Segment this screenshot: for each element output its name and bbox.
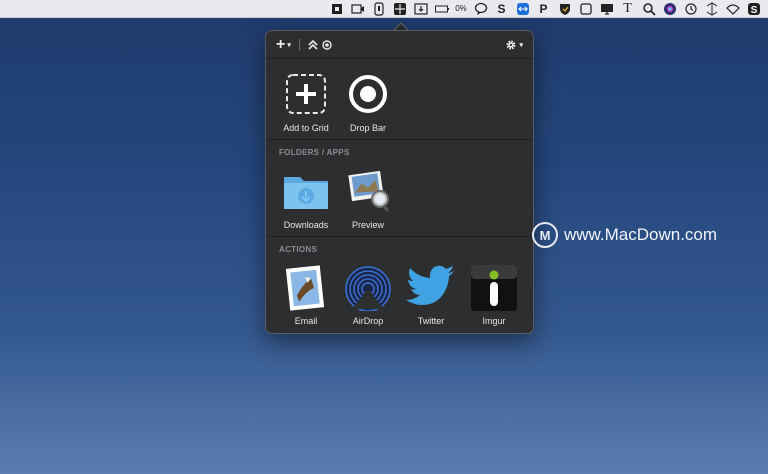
target-icon — [322, 39, 332, 50]
settings-menu-button[interactable]: ▾ — [505, 39, 523, 51]
section-title: FOLDERS / APPS — [279, 148, 350, 157]
twitter-bird-icon — [406, 265, 454, 309]
square-app-icon[interactable] — [328, 2, 345, 16]
email-tile[interactable]: Email — [276, 265, 336, 326]
actions-section: ACTIONS Email AirDrop Twitter Imgur — [266, 238, 533, 334]
airdrop-tile[interactable]: AirDrop — [338, 265, 398, 326]
t-font-icon[interactable]: T — [619, 1, 636, 16]
watermark: M www.MacDown.com — [532, 222, 717, 248]
menu-bar: 0% S P T S — [0, 0, 768, 18]
mail-stamp-icon — [284, 265, 328, 311]
pin-icon[interactable]: P — [535, 2, 552, 16]
window-icon[interactable] — [577, 2, 594, 16]
twitter-tile[interactable]: Twitter — [401, 265, 461, 326]
imgur-icon — [471, 265, 517, 311]
airdrop-icon — [345, 265, 391, 312]
add-to-grid-tile[interactable]: Add to Grid — [276, 72, 336, 133]
battery-icon[interactable] — [433, 2, 450, 16]
tile-label: Downloads — [283, 220, 329, 230]
add-to-grid-icon — [284, 72, 328, 116]
tile-label: Email — [294, 316, 318, 326]
tile-label: Imgur — [482, 316, 506, 326]
mic-icon[interactable] — [370, 1, 387, 16]
watermark-logo-icon: M — [532, 222, 558, 248]
dropbar-toggle-button[interactable] — [308, 39, 332, 50]
shield-icon[interactable] — [556, 2, 573, 16]
popover-toolbar: + ▾ ▾ — [266, 31, 533, 59]
grid-section: Add to Grid Drop Bar — [266, 60, 533, 140]
download-icon[interactable] — [412, 2, 429, 16]
airplay-icon[interactable] — [703, 1, 720, 16]
tile-label: AirDrop — [352, 316, 384, 326]
tile-label: Twitter — [417, 316, 445, 326]
downloads-folder-icon — [284, 169, 328, 213]
preview-app-icon — [346, 169, 390, 213]
section-title: ACTIONS — [279, 245, 318, 254]
s-app-icon[interactable]: S — [493, 2, 510, 16]
folders-apps-section: FOLDERS / APPS Downloads Preview — [266, 141, 533, 237]
dropzone-popover: + ▾ ▾ Add to Grid Drop Bar FOLDERS / APP… — [265, 30, 534, 334]
bubble-icon[interactable] — [472, 2, 489, 16]
video-icon[interactable] — [349, 2, 366, 16]
drop-bar-tile[interactable]: Drop Bar — [338, 72, 398, 133]
downloads-tile[interactable]: Downloads — [276, 169, 336, 230]
s-badge-icon[interactable]: S — [745, 2, 762, 16]
display-icon[interactable] — [598, 2, 615, 16]
imgur-tile[interactable]: Imgur — [464, 265, 524, 326]
wifi-icon[interactable] — [724, 2, 741, 16]
tile-label: Preview — [351, 220, 384, 230]
chevron-down-icon: ▾ — [519, 41, 523, 49]
svg-text:S: S — [750, 5, 757, 16]
tile-label: Drop Bar — [349, 123, 386, 133]
search-icon[interactable] — [640, 2, 657, 16]
tile-label: Add to Grid — [283, 123, 329, 133]
chevron-down-icon: ▾ — [287, 41, 291, 49]
battery-percent: 0% — [455, 4, 467, 13]
add-menu-button[interactable]: + ▾ — [276, 36, 291, 54]
toolbar-divider — [298, 38, 300, 51]
plus-icon: + — [276, 35, 286, 53]
drop-bar-icon — [346, 72, 390, 116]
grid-icon[interactable] — [391, 2, 408, 16]
siri-icon[interactable] — [661, 2, 678, 16]
chevrons-up-icon — [308, 39, 318, 50]
watermark-text: www.MacDown.com — [564, 225, 718, 244]
preview-tile[interactable]: Preview — [338, 169, 398, 230]
gear-icon — [506, 40, 516, 49]
teamviewer-icon[interactable] — [514, 2, 531, 16]
time-machine-icon[interactable] — [682, 2, 699, 16]
